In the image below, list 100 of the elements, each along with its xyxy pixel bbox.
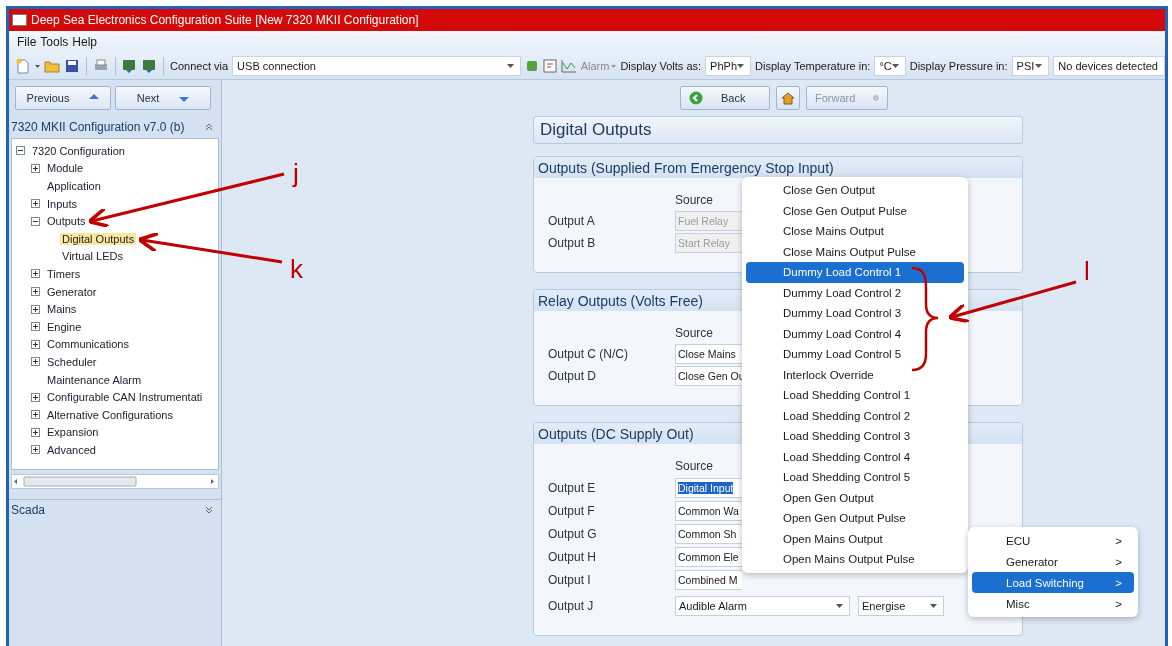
expand-icon[interactable] bbox=[31, 339, 40, 349]
tree-item[interactable]: Mains bbox=[45, 303, 79, 316]
output-label: Output B bbox=[548, 236, 597, 250]
menu-option[interactable]: Load Shedding Control 1 bbox=[746, 385, 964, 406]
submenu-option[interactable]: Misc > bbox=[972, 593, 1134, 614]
window-title: Deep Sea Electronics Configuration Suite [New 7320 MKII Configuration] bbox=[31, 13, 419, 27]
source-dropdown[interactable]: Combined M bbox=[675, 569, 742, 590]
chevron-down-icon[interactable] bbox=[205, 506, 213, 514]
submenu-option[interactable]: ECU > bbox=[972, 530, 1134, 551]
tree-item[interactable]: Maintenance Alarm bbox=[45, 373, 144, 386]
expand-icon[interactable] bbox=[31, 304, 40, 314]
tree-item[interactable]: Digital Outputs bbox=[60, 232, 137, 245]
menu-option[interactable]: Close Gen Output bbox=[746, 180, 964, 201]
submenu-option[interactable]: Load Switching > bbox=[972, 572, 1134, 593]
connect-label: Connect via bbox=[170, 60, 229, 72]
menu-item[interactable]: File bbox=[17, 34, 37, 50]
expand-icon[interactable] bbox=[31, 357, 40, 367]
menu-option[interactable]: Open Gen Output Pulse bbox=[746, 508, 964, 529]
save-icon[interactable] bbox=[64, 58, 80, 74]
menu-option[interactable]: Open Mains Output Pulse bbox=[746, 549, 964, 570]
tree-item[interactable]: Module bbox=[45, 162, 86, 175]
menu-option[interactable]: Dummy Load Control 1 bbox=[746, 262, 964, 283]
monitor-arrow-icon[interactable] bbox=[121, 58, 138, 74]
menu-option[interactable]: Open Mains Output bbox=[746, 528, 964, 549]
source-dropdown[interactable]: Common Sh bbox=[675, 523, 742, 544]
menu-option[interactable]: Load Shedding Control 5 bbox=[746, 467, 964, 488]
menu-option[interactable]: Close Mains Output Pulse bbox=[746, 241, 964, 262]
temperature-dropdown[interactable]: °C bbox=[874, 56, 906, 76]
menu-option[interactable]: Interlock Override bbox=[746, 364, 964, 385]
expand-icon[interactable] bbox=[31, 410, 40, 420]
output-label: Output C (N/C) bbox=[548, 347, 629, 361]
monitor-arrow-icon[interactable] bbox=[141, 58, 158, 74]
tree-item[interactable]: Configurable CAN Instrumentati bbox=[45, 391, 205, 404]
expand-icon[interactable] bbox=[31, 163, 40, 173]
tree-item[interactable]: Generator bbox=[45, 285, 99, 298]
menu-option[interactable]: Dummy Load Control 4 bbox=[746, 323, 964, 344]
tree-item[interactable]: Engine bbox=[45, 320, 84, 333]
chevron-up-icon[interactable] bbox=[205, 123, 213, 131]
collapse-icon[interactable] bbox=[16, 146, 25, 156]
caret-icon bbox=[506, 64, 514, 68]
expand-icon[interactable] bbox=[31, 322, 40, 332]
tree-item[interactable]: Expansion bbox=[45, 426, 101, 439]
submenu-option[interactable]: Generator > bbox=[972, 551, 1134, 572]
tree-item[interactable]: Scheduler bbox=[45, 355, 99, 368]
tree-item[interactable]: Inputs bbox=[45, 197, 79, 210]
expand-icon[interactable] bbox=[31, 427, 40, 437]
next-button[interactable]: Next bbox=[115, 86, 211, 110]
column-header: Source bbox=[675, 193, 714, 207]
tree-item[interactable]: Advanced bbox=[45, 443, 98, 456]
volts-dropdown[interactable]: PhPh bbox=[705, 56, 751, 76]
menu-option[interactable]: Close Gen Output Pulse bbox=[746, 200, 964, 221]
menu-option[interactable]: Open Gen Output bbox=[746, 487, 964, 508]
annotation-letter: k bbox=[290, 256, 303, 282]
horizontal-scrollbar[interactable] bbox=[11, 474, 219, 489]
source-dropdown[interactable]: Digital Input bbox=[675, 477, 742, 498]
tree-item[interactable]: Application bbox=[45, 180, 103, 192]
tree-item[interactable]: Timers bbox=[45, 267, 83, 280]
caret-icon bbox=[930, 603, 937, 608]
tree-item[interactable]: Communications bbox=[45, 338, 131, 351]
tree-item[interactable]: Virtual LEDs bbox=[60, 250, 125, 263]
source-dropdown[interactable]: Common Wa bbox=[675, 500, 742, 521]
app-logo-icon bbox=[12, 14, 27, 26]
menu-option[interactable]: Dummy Load Control 2 bbox=[746, 282, 964, 303]
menu-option[interactable]: Dummy Load Control 3 bbox=[746, 303, 964, 324]
connection-dropdown[interactable]: USB connection bbox=[232, 56, 521, 76]
output-label: Output I bbox=[548, 572, 592, 587]
source-dropdown[interactable]: Common Ele bbox=[675, 546, 742, 567]
column-header: Source bbox=[675, 459, 714, 473]
expand-icon[interactable] bbox=[31, 445, 40, 455]
temperature-label: Display Temperature in: bbox=[755, 60, 871, 72]
previous-button[interactable]: Previous bbox=[15, 86, 111, 110]
menu-item[interactable]: Tools bbox=[40, 34, 69, 50]
tree-item[interactable]: 7320 Configuration bbox=[30, 144, 127, 157]
caret-icon[interactable] bbox=[35, 64, 40, 68]
home-icon bbox=[781, 91, 795, 105]
home-button[interactable] bbox=[776, 86, 800, 110]
source-dropdown[interactable]: Close Mains bbox=[675, 344, 742, 364]
menu-item[interactable]: Help bbox=[72, 34, 98, 50]
chip-icon[interactable] bbox=[524, 59, 539, 73]
tree-title: 7320 MKII Configuration v7.0 (b) bbox=[11, 120, 185, 134]
menu-option[interactable]: Close Mains Output bbox=[746, 221, 964, 242]
expand-icon[interactable] bbox=[31, 269, 40, 279]
menu-option[interactable]: Load Shedding Control 3 bbox=[746, 426, 964, 447]
menu-option[interactable]: Load Shedding Control 4 bbox=[746, 446, 964, 467]
pressure-dropdown[interactable]: PSI bbox=[1011, 56, 1050, 76]
menu-option[interactable]: Load Shedding Control 2 bbox=[746, 405, 964, 426]
page-title: Digital Outputs bbox=[540, 120, 652, 140]
expand-icon[interactable] bbox=[31, 392, 40, 402]
expand-icon[interactable] bbox=[31, 199, 40, 209]
caret-icon bbox=[1035, 64, 1043, 68]
chart-icon[interactable] bbox=[560, 59, 577, 73]
expand-icon[interactable] bbox=[31, 287, 40, 297]
tree-item[interactable]: Outputs bbox=[45, 215, 88, 228]
tree-item[interactable]: Alternative Configurations bbox=[45, 408, 175, 421]
back-button[interactable]: Back bbox=[680, 86, 770, 110]
annotation-letter: j bbox=[293, 160, 299, 186]
source-dropdown[interactable]: Audible Alarm bbox=[675, 595, 850, 616]
polarity-dropdown[interactable]: Energise bbox=[858, 595, 944, 616]
collapse-icon[interactable] bbox=[31, 216, 40, 226]
menu-option[interactable]: Dummy Load Control 5 bbox=[746, 344, 964, 365]
